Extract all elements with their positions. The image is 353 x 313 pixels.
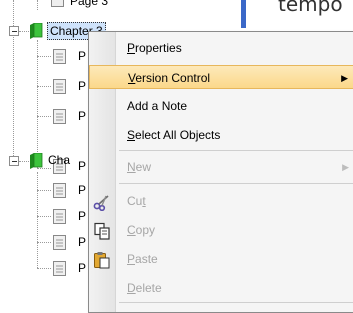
tree-item-page[interactable]: P: [78, 109, 86, 123]
tree-line: [37, 56, 51, 57]
menu-item-label: Select All Objects: [127, 128, 221, 142]
tree-line: [13, 0, 14, 160]
menu-item-label: Cut: [127, 194, 146, 208]
page-icon: [51, 0, 64, 7]
menu-item-label: Delete: [127, 281, 162, 295]
menu-item-label: Copy: [127, 223, 156, 237]
menu-separator: [119, 150, 353, 151]
tree-line: [37, 40, 38, 168]
background-text: tempo: [278, 0, 343, 16]
paste-icon: [94, 252, 110, 269]
submenu-arrow-icon: ▶: [342, 162, 349, 172]
menu-item-version-control[interactable]: Version Control ▶: [89, 65, 353, 89]
tree-item-page[interactable]: P: [78, 159, 86, 173]
tree-item-page[interactable]: Page 3: [70, 0, 108, 8]
tree-line: [37, 172, 38, 268]
copy-icon: [94, 222, 110, 240]
tree-line: [37, 242, 51, 243]
menu-item-copy[interactable]: Copy: [89, 218, 353, 242]
context-menu: Properties Version Control ▶ Add a Note …: [88, 31, 353, 313]
page-icon: [53, 235, 66, 250]
tree-item-page[interactable]: P: [78, 183, 86, 197]
tree-line: [19, 161, 29, 162]
page-icon: [53, 183, 66, 198]
tree-item-page[interactable]: P: [78, 261, 86, 275]
menu-item-delete[interactable]: Delete: [89, 276, 353, 300]
tree-line: [37, 268, 51, 269]
chapter-icon: [30, 23, 43, 39]
page-icon: [53, 109, 66, 124]
menu-item-cut[interactable]: Cut: [89, 189, 353, 213]
tree-line: [37, 190, 51, 191]
menu-item-label: Version Control: [128, 71, 211, 85]
submenu-arrow-icon: ▶: [341, 73, 348, 83]
menu-item-select-all-objects[interactable]: Select All Objects: [89, 123, 353, 147]
tree-line: [19, 31, 29, 32]
menu-item-properties[interactable]: Properties: [89, 36, 353, 60]
tree-line: [37, 116, 51, 117]
chapter-icon: [30, 153, 43, 169]
menu-item-label: Properties: [127, 41, 182, 55]
menu-item-paste[interactable]: Paste: [89, 247, 353, 271]
menu-item-label: New: [127, 160, 152, 174]
tree-line: [37, 216, 51, 217]
window-edge-bar: [241, 0, 246, 28]
page-icon: [53, 49, 66, 64]
tree-line: [37, 0, 38, 10]
tree-item-page[interactable]: P: [78, 235, 86, 249]
page-icon: [53, 79, 66, 94]
menu-separator: [119, 183, 353, 184]
tree-item-chapter[interactable]: Cha: [48, 153, 70, 167]
tree-item-page[interactable]: P: [78, 209, 86, 223]
menu-item-add-note[interactable]: Add a Note: [89, 94, 353, 118]
page-icon: [53, 209, 66, 224]
menu-item-label: Add a Note: [127, 99, 188, 113]
tree-item-page[interactable]: P: [78, 49, 86, 63]
menu-item-label: Paste: [127, 252, 158, 266]
scissors-icon: [93, 195, 109, 211]
tree-item-page[interactable]: P: [78, 79, 86, 93]
page-icon: [53, 261, 66, 276]
collapse-icon[interactable]: [9, 156, 19, 166]
tree-line: [37, 86, 51, 87]
menu-item-new[interactable]: New ▶: [89, 155, 353, 179]
menu-separator: [119, 302, 353, 303]
collapse-icon[interactable]: [9, 26, 19, 36]
